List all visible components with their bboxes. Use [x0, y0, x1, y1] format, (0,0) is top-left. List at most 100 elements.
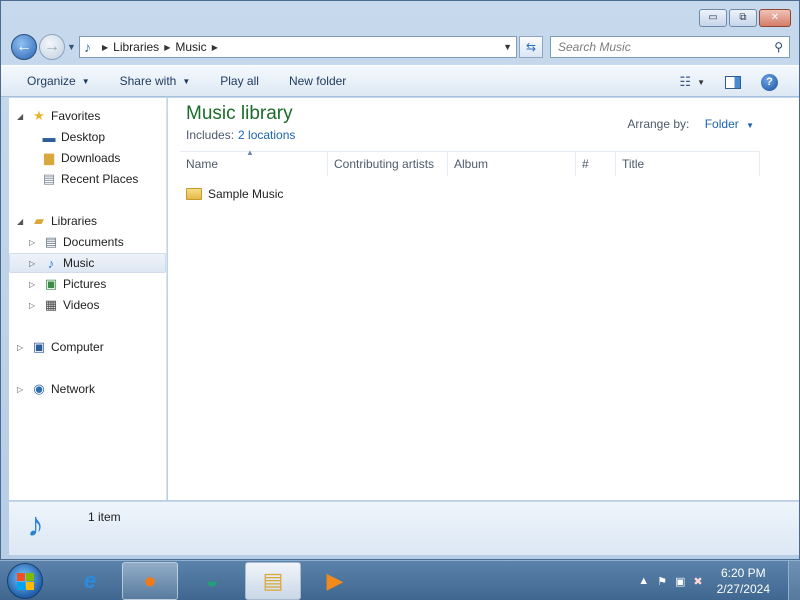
breadcrumb-music[interactable]: Music	[175, 40, 206, 54]
column-album[interactable]: Album	[448, 151, 576, 176]
tree-item-pictures[interactable]: ▷ ▣ Pictures	[29, 274, 106, 294]
expand-icon[interactable]: ▷	[29, 280, 41, 289]
minimize-button[interactable]: ▭	[699, 9, 727, 27]
tree-item-downloads[interactable]: ▆ Downloads	[39, 148, 120, 168]
taskbar-edge[interactable]: ◒	[184, 562, 240, 600]
preview-pane-icon[interactable]	[725, 75, 741, 89]
recent-pages-dropdown[interactable]: ▼	[67, 42, 76, 52]
column-label: Name	[186, 156, 219, 171]
organize-button[interactable]: Organize ▼	[1, 65, 105, 97]
tree-item-label: Downloads	[61, 151, 121, 165]
maximize-button[interactable]: ⧉	[729, 9, 757, 27]
tree-item-label: Music	[63, 256, 95, 270]
column-track-number[interactable]: #	[576, 151, 616, 176]
list-item[interactable]: Sample Music	[186, 184, 283, 204]
collapse-icon[interactable]: ◢	[17, 217, 29, 226]
change-view-icon[interactable]: ☷	[679, 74, 691, 90]
includes-label: Includes:	[186, 128, 235, 142]
arrange-by-label: Arrange by:	[627, 117, 690, 131]
tree-item-label: Pictures	[63, 277, 107, 291]
taskbar-windows-explorer[interactable]: ▤	[245, 562, 301, 600]
chevron-down-icon[interactable]: ▼	[746, 121, 754, 130]
tree-item-music[interactable]: ▷ ♪ Music	[9, 253, 166, 273]
organize-label: Organize	[27, 74, 76, 88]
close-button[interactable]: ✕	[759, 9, 791, 27]
windows-logo-icon	[16, 572, 34, 590]
edge-icon: ◒	[205, 568, 219, 593]
library-includes: Includes: 2 locations	[186, 128, 295, 142]
share-with-label: Share with	[119, 74, 177, 88]
network-label: Network	[51, 382, 96, 396]
address-dropdown-icon[interactable]: ▼	[503, 42, 512, 52]
expand-icon[interactable]: ▷	[17, 385, 29, 394]
network-icon: ◉	[33, 381, 45, 396]
tree-item-label: Documents	[63, 235, 124, 249]
expand-icon[interactable]: ▷	[29, 301, 41, 310]
taskbar: e ● ◒ ▤ ▶ ▲ ⚑ ▣ ✖ 6:20 PM 2/27/2024	[0, 560, 800, 600]
search-input[interactable]	[558, 40, 768, 54]
tree-computer[interactable]: ▷ ▣ Computer	[17, 337, 104, 357]
favorites-label: Favorites	[51, 109, 101, 123]
expand-icon[interactable]: ▷	[17, 343, 29, 352]
tree-libraries[interactable]: ◢ ▰ Libraries	[17, 211, 97, 231]
folder-icon	[186, 188, 202, 200]
address-bar[interactable]: ♪ ▶ Libraries ▶ Music ▶ ▼	[79, 36, 517, 58]
internet-explorer-icon: e	[83, 568, 97, 593]
forward-button[interactable]: →	[39, 34, 65, 60]
tree-item-documents[interactable]: ▷ ▤ Documents	[29, 232, 124, 252]
new-folder-button[interactable]: New folder	[274, 65, 361, 97]
play-all-button[interactable]: Play all	[205, 65, 274, 97]
share-with-button[interactable]: Share with ▼	[105, 65, 206, 97]
breadcrumb-arrow-icon[interactable]: ▶	[164, 43, 170, 52]
clock[interactable]: 6:20 PM 2/27/2024	[717, 565, 770, 597]
tree-item-recent-places[interactable]: ▤ Recent Places	[39, 169, 139, 189]
tree-favorites[interactable]: ◢ ★ Favorites	[17, 106, 100, 126]
breadcrumb-arrow-icon[interactable]: ▶	[102, 43, 108, 52]
computer-icon: ▣	[32, 339, 46, 354]
help-icon[interactable]: ?	[761, 73, 778, 91]
chevron-down-icon: ▼	[81, 76, 90, 86]
music-note-icon: ♪	[47, 255, 55, 271]
taskbar-media-player[interactable]: ▶	[307, 562, 363, 600]
breadcrumb-arrow-icon[interactable]: ▶	[212, 43, 218, 52]
column-contributing-artists[interactable]: Contributing artists	[328, 151, 448, 176]
collapse-icon[interactable]: ◢	[17, 112, 29, 121]
show-hidden-icons-icon[interactable]: ▲	[638, 575, 649, 587]
volume-muted-icon[interactable]: ✖	[693, 575, 702, 588]
tree-item-videos[interactable]: ▷ ▦ Videos	[29, 295, 99, 315]
windows-explorer-icon: ▤	[262, 568, 284, 593]
navigation-pane: ◢ ★ Favorites ▬ Desktop ▆ Downloads ▤ Re…	[9, 98, 167, 500]
command-bar: Organize ▼ Share with ▼ Play all New folde…	[1, 65, 799, 97]
navigation-bar: ← → ▼ ♪ ▶ Libraries ▶ Music ▶ ▼ ⇆ ⚲	[1, 33, 799, 63]
arrange-by-dropdown[interactable]: Folder	[705, 117, 739, 131]
notification-area: ▲ ⚑ ▣ ✖ 6:20 PM 2/27/2024	[638, 561, 800, 600]
item-name: Sample Music	[208, 187, 284, 201]
computer-label: Computer	[51, 340, 104, 354]
start-button[interactable]	[7, 563, 43, 599]
library-title: Music library	[186, 103, 293, 124]
taskbar-firefox[interactable]: ●	[122, 562, 178, 600]
locations-link[interactable]: 2 locations	[238, 128, 295, 142]
column-title[interactable]: Title	[616, 151, 760, 176]
expand-icon[interactable]: ▷	[29, 259, 41, 268]
tree-item-desktop[interactable]: ▬ Desktop	[39, 127, 106, 147]
search-box[interactable]: ⚲	[550, 36, 790, 58]
documents-icon: ▤	[44, 234, 58, 249]
expand-icon[interactable]: ▷	[29, 238, 41, 247]
details-pane: ♪ 1 item	[9, 501, 799, 555]
music-note-icon: ♪	[84, 39, 91, 55]
refresh-button[interactable]: ⇆	[519, 36, 543, 58]
show-desktop-button[interactable]	[788, 561, 800, 600]
action-center-flag-icon[interactable]: ⚑	[657, 575, 667, 588]
breadcrumb-libraries[interactable]: Libraries	[113, 40, 159, 54]
maximize-icon: ⧉	[739, 12, 747, 23]
media-player-icon: ▶	[326, 568, 344, 593]
title-bar: ▭ ⧉ ✕	[1, 1, 799, 33]
column-name[interactable]: ▲ Name	[180, 148, 328, 176]
tree-network[interactable]: ▷ ◉ Network	[17, 379, 95, 399]
view-options-dropdown-icon[interactable]: ▼	[697, 78, 705, 87]
search-icon[interactable]: ⚲	[774, 40, 783, 54]
back-button[interactable]: ←	[11, 34, 37, 60]
network-status-icon[interactable]: ▣	[675, 575, 685, 588]
taskbar-internet-explorer[interactable]: e	[62, 562, 118, 600]
